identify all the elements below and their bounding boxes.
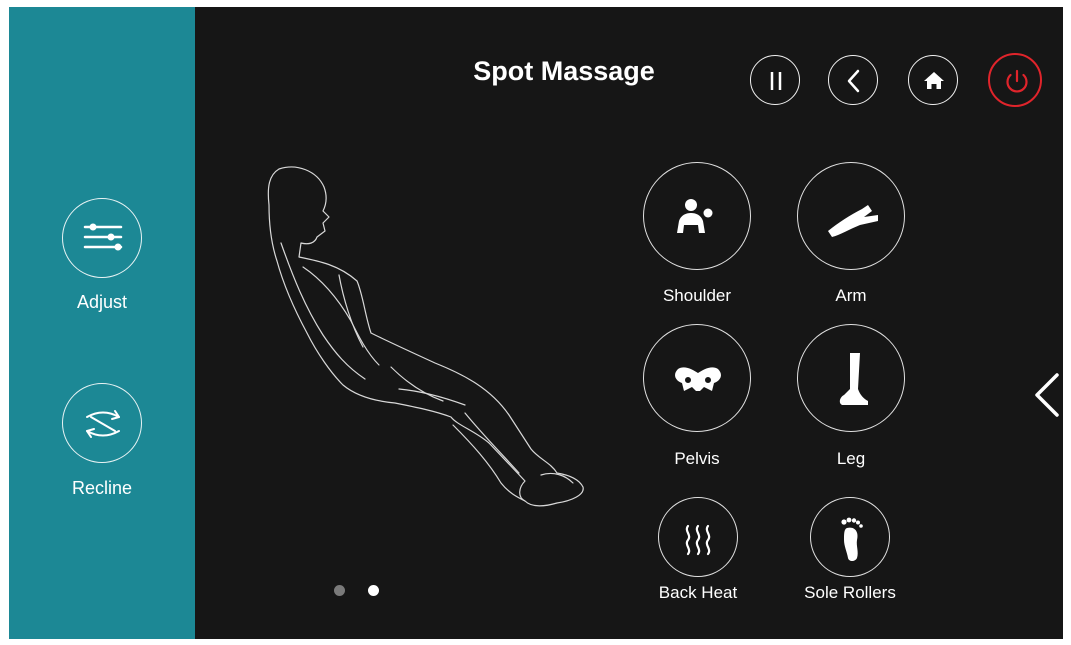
back-heat-button[interactable] bbox=[658, 497, 738, 577]
home-button[interactable] bbox=[908, 55, 958, 105]
pelvis-label: Pelvis bbox=[674, 449, 720, 468]
shoulder-label: Shoulder bbox=[662, 286, 732, 305]
page-dot-2-active[interactable] bbox=[368, 585, 379, 596]
foot-icon bbox=[841, 517, 863, 561]
shoulder-icon bbox=[677, 199, 713, 233]
home-icon bbox=[924, 72, 944, 89]
pelvis-button[interactable] bbox=[643, 324, 751, 432]
power-icon bbox=[1006, 69, 1028, 93]
leg-button[interactable] bbox=[797, 324, 905, 432]
leg-label: Leg bbox=[836, 449, 866, 468]
chevron-left-icon bbox=[847, 69, 860, 93]
shoulder-button[interactable] bbox=[643, 162, 751, 270]
sidebar: Adjust Recline bbox=[9, 7, 195, 639]
sole-rollers-label: Sole Rollers bbox=[804, 583, 896, 602]
recline-label: Recline bbox=[71, 478, 133, 498]
chevron-left-icon bbox=[1035, 373, 1059, 417]
page-dot-1[interactable] bbox=[334, 585, 345, 596]
sliders-icon bbox=[83, 223, 123, 251]
previous-page-chevron[interactable] bbox=[1027, 367, 1063, 423]
power-button[interactable] bbox=[988, 53, 1042, 107]
leg-icon bbox=[839, 353, 868, 405]
app-screen: Adjust Recline Spot Massage Shoulder Arm… bbox=[9, 7, 1063, 639]
page-title: Spot Massage bbox=[473, 56, 655, 86]
arm-icon bbox=[828, 205, 878, 237]
sole-rollers-button[interactable] bbox=[810, 497, 890, 577]
body-outline-figure bbox=[267, 166, 584, 507]
recline-button[interactable] bbox=[62, 383, 142, 463]
arm-label: Arm bbox=[835, 286, 867, 305]
back-heat-label: Back Heat bbox=[658, 583, 738, 602]
pelvis-icon bbox=[675, 367, 721, 391]
adjust-label: Adjust bbox=[76, 292, 128, 312]
pause-icon bbox=[770, 72, 782, 90]
heat-waves-icon bbox=[685, 524, 711, 556]
pause-button[interactable] bbox=[750, 55, 800, 105]
arm-button[interactable] bbox=[797, 162, 905, 270]
back-button[interactable] bbox=[828, 55, 878, 105]
adjust-button[interactable] bbox=[62, 198, 142, 278]
recline-arrows-icon bbox=[86, 410, 120, 438]
